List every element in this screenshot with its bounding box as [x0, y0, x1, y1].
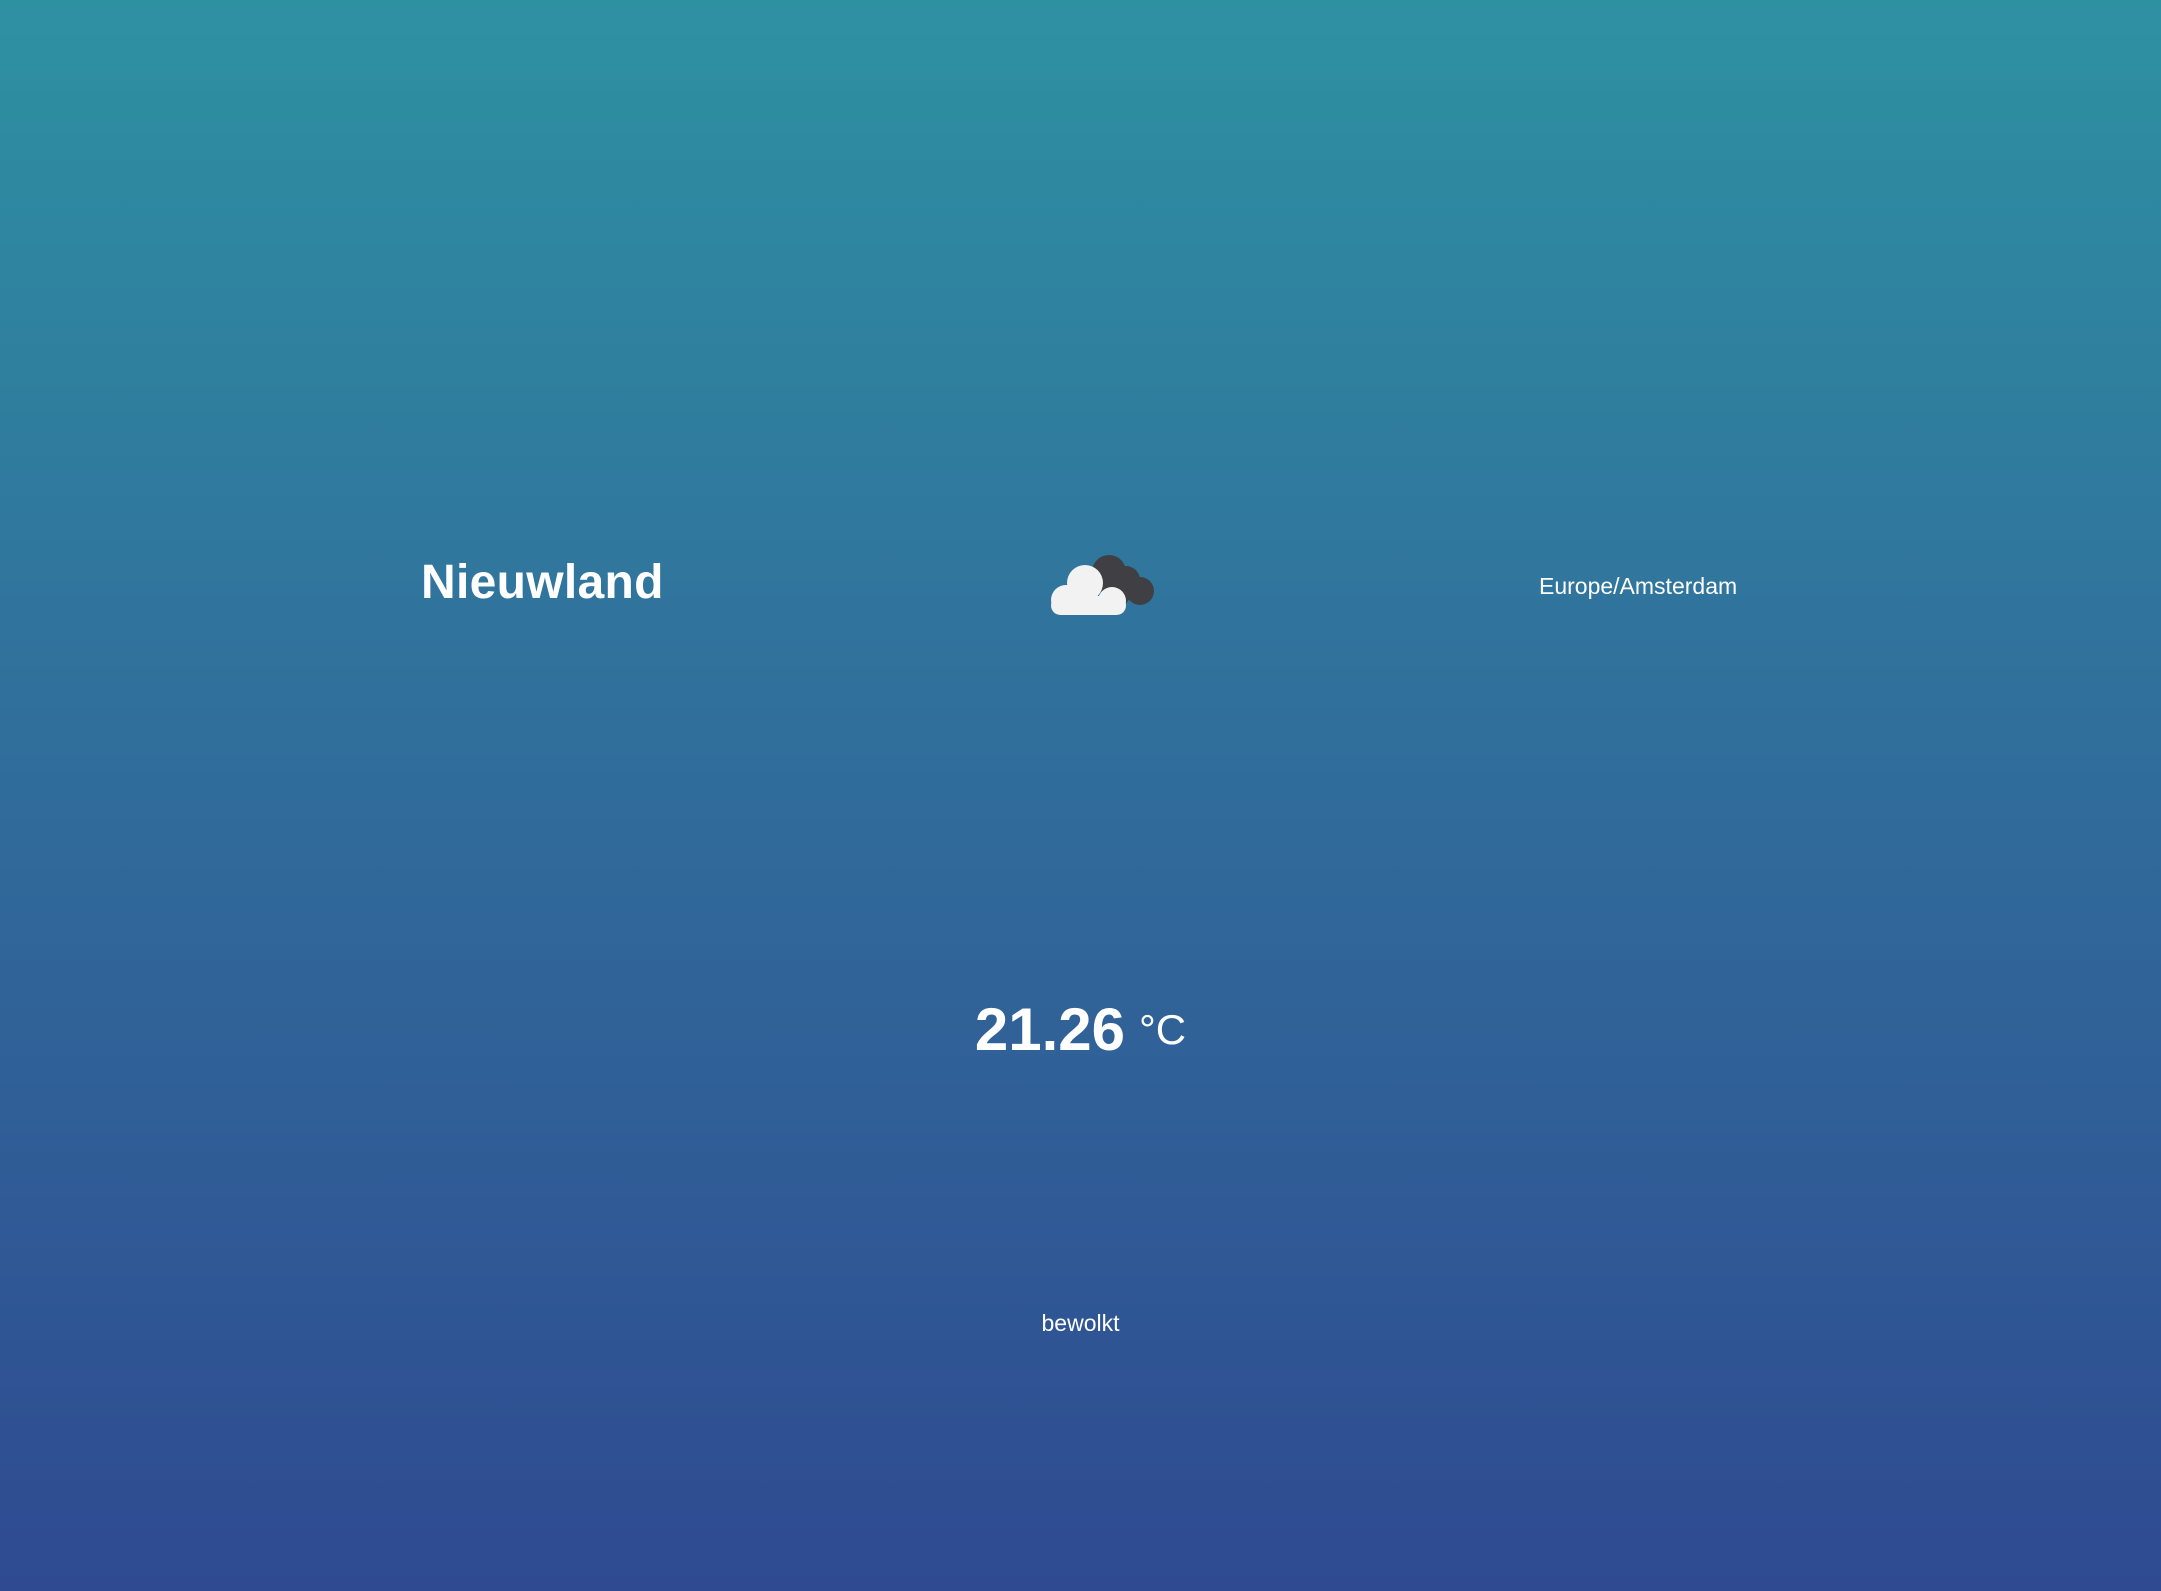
timezone-label: Europe/Amsterdam: [1539, 573, 1738, 599]
city-name: Nieuwland: [421, 556, 664, 609]
temperature-value: 21.26: [974, 996, 1125, 1063]
temperature-unit: °C: [1139, 1006, 1187, 1053]
temperature-display: 21.26 °C: [0, 995, 2161, 1064]
weather-description: bewolkt: [1041, 1310, 1120, 1336]
cloudy-icon: [1051, 555, 1154, 615]
weather-app: Nieuwland Europe/Amsterdam 21.26 °C bewol…: [0, 0, 2161, 1591]
